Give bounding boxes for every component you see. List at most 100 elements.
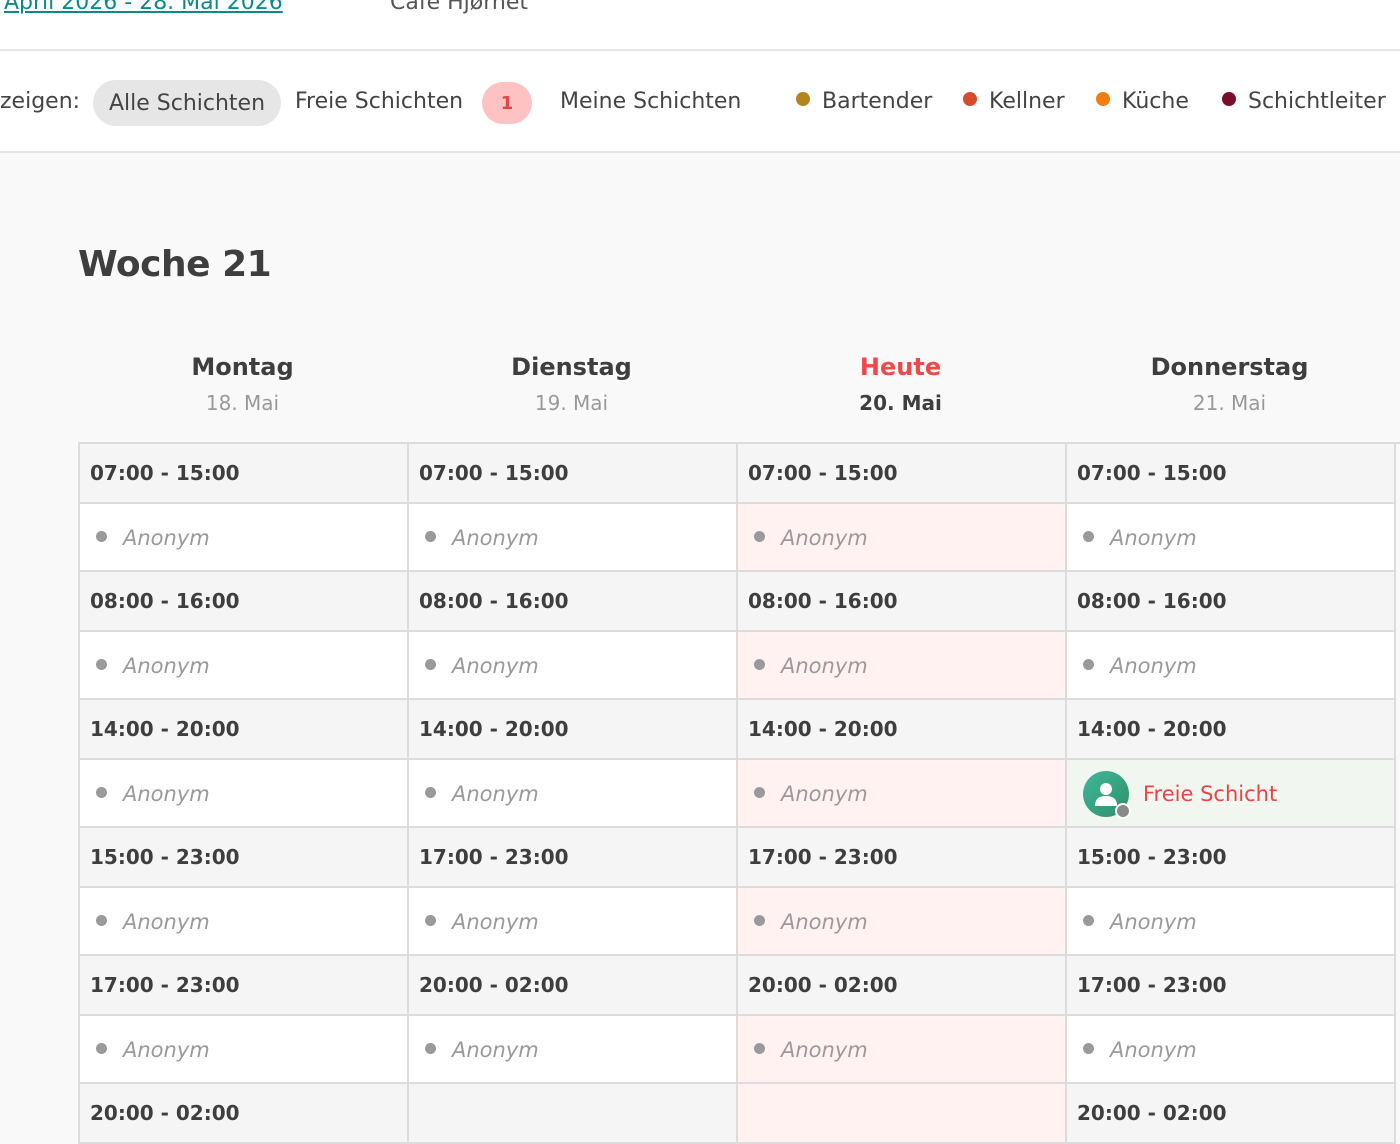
filter-all-shifts[interactable]: Alle Schichten: [93, 80, 281, 126]
shift-assignee-cell[interactable]: Anonym: [409, 760, 738, 828]
shift-assignee-cell[interactable]: Anonym: [738, 1016, 1067, 1084]
anonymous-assignee: Anonym: [1083, 654, 1197, 678]
shift-time-cell[interactable]: 07:00 - 15:00: [80, 444, 409, 504]
shift-assignee-cell[interactable]: Anonym: [738, 760, 1067, 828]
shift-assignee-cell[interactable]: Anonym: [409, 632, 738, 700]
shift-assignee-cell[interactable]: Anonym: [80, 632, 409, 700]
assignee-name: Anonym: [781, 654, 868, 678]
legend-dot-icon: [1096, 92, 1110, 106]
legend-dot-icon: [1222, 92, 1236, 106]
shift-assignee-cell[interactable]: Anonym: [409, 504, 738, 572]
shift-time: 14:00 - 20:00: [419, 717, 569, 741]
anonymous-assignee: Anonym: [754, 782, 868, 806]
week-title: Woche 21: [78, 244, 272, 285]
shift-assignee-cell[interactable]: Anonym: [80, 760, 409, 828]
status-dot-icon: [96, 787, 107, 798]
shift-time-cell[interactable]: 20:00 - 02:00: [738, 956, 1067, 1016]
shift-time-row: 15:00 - 23:00 17:00 - 23:00 17:00 - 23:0…: [80, 828, 1400, 888]
filter-my-shifts[interactable]: Meine Schichten: [560, 89, 741, 114]
shift-time-cell[interactable]: 07:00 - 15:00: [738, 444, 1067, 504]
shift-time-cell[interactable]: 07:00 - 15:00: [1067, 444, 1396, 504]
shift-time-cell[interactable]: 17:00 - 23:00: [80, 956, 409, 1016]
anonymous-assignee: Anonym: [754, 1038, 868, 1062]
shift-time-cell[interactable]: 14:00 - 20:00: [1067, 700, 1396, 760]
day-date: 20. Mai: [859, 391, 942, 415]
shift-assignee-cell[interactable]: Anonym: [1067, 888, 1396, 956]
anonymous-assignee: Anonym: [96, 910, 210, 934]
top-bar: April 2026 - 28. Mai 2026 Cafe Hjørnet: [0, 0, 1400, 51]
shift-time-cell[interactable]: 08:00 - 16:00: [80, 572, 409, 632]
status-dot-icon: [96, 915, 107, 926]
anonymous-assignee: Anonym: [425, 526, 539, 550]
shift-assignee-cell[interactable]: Anonym: [80, 504, 409, 572]
shift-time-cell[interactable]: 17:00 - 23:00: [1067, 956, 1396, 1016]
shift-assignee-row: Anonym Anonym Anonym Anonym: [80, 1016, 1400, 1084]
shift-assignee-row: Anonym Anonym Anonym Anonym: [80, 504, 1400, 572]
status-dot-icon: [425, 787, 436, 798]
filter-label: zeigen:: [0, 89, 81, 114]
shift-time-cell[interactable]: 15:00 - 23:00: [80, 828, 409, 888]
filter-free-shifts[interactable]: Freie Schichten: [295, 89, 463, 114]
assignee-name: Anonym: [781, 526, 868, 550]
status-dot-icon: [96, 659, 107, 670]
shift-time: 07:00 - 15:00: [1077, 461, 1227, 485]
assignee-name: Anonym: [123, 910, 210, 934]
shift-assignee-cell[interactable]: Anonym: [1067, 632, 1396, 700]
shift-assignee-cell[interactable]: Anonym: [738, 504, 1067, 572]
assignee-name: Anonym: [1110, 654, 1197, 678]
shift-time-cell[interactable]: [409, 1084, 738, 1144]
assignee-name: Anonym: [452, 1038, 539, 1062]
anonymous-assignee: Anonym: [96, 782, 210, 806]
anonymous-assignee: Anonym: [425, 1038, 539, 1062]
legend-item-schichtleiter: Schichtleiter: [1222, 89, 1386, 114]
anonymous-assignee: Anonym: [96, 526, 210, 550]
shift-time: 17:00 - 23:00: [1077, 973, 1227, 997]
anonymous-assignee: Anonym: [425, 654, 539, 678]
status-dot-icon: [425, 531, 436, 542]
shift-assignee-cell[interactable]: Anonym: [80, 1016, 409, 1084]
shift-assignee-cell[interactable]: Anonym: [1067, 1016, 1396, 1084]
legend-label: Küche: [1122, 89, 1189, 114]
shift-time-cell[interactable]: 15:00 - 23:00: [1067, 828, 1396, 888]
status-dot-icon: [754, 659, 765, 670]
free-shift-cell[interactable]: Freie Schicht: [1067, 760, 1396, 828]
status-dot-icon: [1083, 915, 1094, 926]
shift-time-cell[interactable]: 20:00 - 02:00: [80, 1084, 409, 1144]
shift-time: 17:00 - 23:00: [748, 845, 898, 869]
anonymous-assignee: Anonym: [1083, 1038, 1197, 1062]
shift-time-cell[interactable]: 14:00 - 20:00: [80, 700, 409, 760]
anonymous-assignee: Anonym: [425, 910, 539, 934]
shift-assignee-cell[interactable]: Anonym: [409, 888, 738, 956]
shift-assignee-cell[interactable]: Anonym: [80, 888, 409, 956]
shift-time: 20:00 - 02:00: [1077, 1101, 1227, 1125]
shift-time-cell[interactable]: 14:00 - 20:00: [409, 700, 738, 760]
assignee-name: Anonym: [781, 1038, 868, 1062]
shift-time-cell[interactable]: 14:00 - 20:00: [738, 700, 1067, 760]
shift-time-cell[interactable]: 17:00 - 23:00: [738, 828, 1067, 888]
assignee-name: Anonym: [1110, 910, 1197, 934]
shift-time: 08:00 - 16:00: [90, 589, 240, 613]
shift-assignee-cell[interactable]: Anonym: [738, 632, 1067, 700]
person-icon: [1095, 783, 1117, 806]
shift-time-cell[interactable]: [738, 1084, 1067, 1144]
shift-assignee-cell[interactable]: Anonym: [738, 888, 1067, 956]
shift-assignee-cell[interactable]: Anonym: [1067, 504, 1396, 572]
shift-time-cell[interactable]: 07:00 - 15:00: [409, 444, 738, 504]
shift-time-cell[interactable]: 20:00 - 02:00: [409, 956, 738, 1016]
shift-time-cell[interactable]: 08:00 - 16:00: [1067, 572, 1396, 632]
day-name: Dienstag: [511, 353, 632, 381]
day-date: 21. Mai: [1192, 391, 1267, 415]
shift-time: 08:00 - 16:00: [419, 589, 569, 613]
shift-time-cell[interactable]: 08:00 - 16:00: [738, 572, 1067, 632]
assignee-name: Anonym: [123, 782, 210, 806]
legend-label: Bartender: [822, 89, 933, 114]
shift-time-cell[interactable]: 08:00 - 16:00: [409, 572, 738, 632]
shift-assignee-cell[interactable]: Anonym: [409, 1016, 738, 1084]
status-dot-icon: [425, 915, 436, 926]
anonymous-assignee: Anonym: [754, 654, 868, 678]
schedule-grid: 07:00 - 15:00 07:00 - 15:00 07:00 - 15:0…: [78, 442, 1400, 1144]
free-shift[interactable]: Freie Schicht: [1083, 770, 1277, 819]
shift-time-cell[interactable]: 17:00 - 23:00: [409, 828, 738, 888]
shift-time-cell[interactable]: 20:00 - 02:00: [1067, 1084, 1396, 1144]
date-range-link[interactable]: April 2026 - 28. Mai 2026: [4, 0, 283, 15]
